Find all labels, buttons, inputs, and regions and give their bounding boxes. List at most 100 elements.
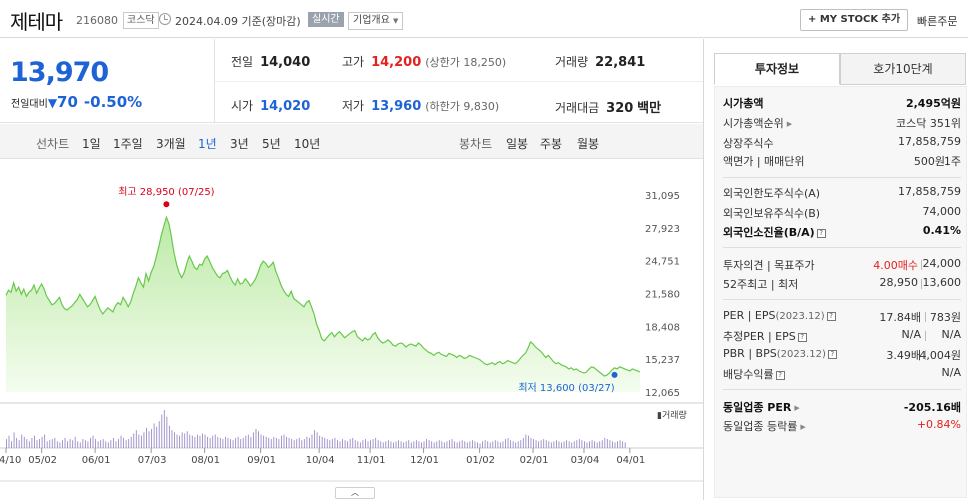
period-3y[interactable]: 3년: [230, 135, 249, 152]
period-3m[interactable]: 3개월: [156, 135, 186, 152]
volume-bar: [189, 434, 191, 448]
volume-bar: [6, 439, 7, 448]
volume-bar: [553, 441, 555, 448]
volume-bar: [202, 433, 203, 448]
price-chart[interactable]: 31,095 27,923 24,751 21,580 18,408 15,237 12,0…: [0, 160, 703, 500]
help-icon[interactable]: ?: [827, 350, 837, 359]
foreign-hold-label: 외국인보유주식수(B): [723, 207, 821, 220]
volume-bar: [482, 441, 484, 448]
volume-bar: [115, 441, 117, 448]
period-10y[interactable]: 10년: [294, 135, 320, 152]
volume-bar: [140, 435, 142, 448]
volume-bar: [247, 434, 249, 448]
caret-right-icon[interactable]: ▶: [787, 120, 792, 128]
volume-bar: [265, 436, 267, 448]
market-cap-rank-value: 코스닥 351위: [896, 117, 961, 130]
period-1w[interactable]: 1주일: [113, 135, 143, 152]
volume-bar: [8, 435, 10, 448]
volume-bar: [566, 440, 568, 448]
open-label: 시가: [231, 99, 254, 113]
chart-svg: 31,095 27,923 24,751 21,580 18,408 15,237 12,0…: [0, 186, 703, 482]
volume-bar: [283, 434, 285, 448]
quick-order-button[interactable]: 빠른주문: [917, 13, 957, 29]
volume-bar: [408, 440, 410, 448]
help-icon[interactable]: ?: [775, 371, 785, 380]
volume-bar: [92, 435, 94, 448]
caret-right-icon[interactable]: ▶: [794, 404, 799, 412]
volume-bar: [522, 437, 524, 448]
volume-bar: [477, 442, 478, 448]
volume-bar: [105, 441, 107, 448]
volume-bar: [385, 441, 387, 448]
volume-bar: [393, 442, 394, 448]
realtime-button[interactable]: 실시간: [308, 12, 344, 27]
volume-bar: [461, 440, 463, 448]
x-tick-label: 01/02: [466, 455, 495, 466]
add-mystock-button[interactable]: + MY STOCK 추가: [800, 9, 909, 31]
volume-bar: [415, 440, 417, 448]
y-tick-label: 15,237: [645, 355, 680, 366]
volume-bar: [436, 441, 438, 448]
high-value: 14,200: [371, 55, 422, 70]
volume-bar: [16, 437, 18, 448]
volume-bar: [311, 434, 313, 448]
volume-bar: [454, 441, 456, 448]
volume-bar: [64, 437, 66, 448]
volume-bar: [540, 440, 542, 448]
volume-bar: [431, 441, 433, 448]
candle-daily[interactable]: 일봉: [506, 135, 528, 152]
company-overview-dropdown[interactable]: 기업개요 ▼: [348, 12, 404, 30]
market-cap-label: 시가총액: [723, 95, 763, 111]
volume-bar: [133, 433, 135, 448]
volume-bar: [329, 440, 331, 448]
volume-bar: [72, 440, 74, 448]
volume-bar: [370, 440, 372, 448]
help-icon[interactable]: ?: [816, 229, 826, 238]
volume-bar: [46, 441, 48, 448]
volume-bar: [573, 441, 575, 448]
volume-bar: [168, 425, 170, 448]
help-icon[interactable]: ?: [797, 333, 807, 342]
help-icon[interactable]: ?: [826, 312, 836, 321]
volume-bar: [280, 435, 282, 448]
volume-bar: [586, 442, 588, 448]
per-label: PER | EPS(2023.12)?: [723, 309, 836, 322]
volume-bar: [421, 442, 422, 448]
period-1d[interactable]: 1일: [82, 135, 101, 152]
prev-label: 전일: [231, 55, 254, 69]
volume-bar: [82, 439, 84, 448]
volume-bar: [191, 435, 193, 448]
tab-invest-info[interactable]: 투자정보: [714, 53, 840, 85]
period-5y[interactable]: 5년: [262, 135, 281, 152]
volume-bar: [67, 441, 69, 448]
volume-bar: [505, 439, 506, 448]
volume-bar: [148, 431, 150, 448]
collapse-button[interactable]: ︿: [335, 487, 375, 499]
volume-bar: [158, 421, 160, 448]
volume-bar: [622, 441, 624, 448]
volume-bar: [382, 442, 384, 448]
foreign-limit-row: 외국인한도주식수(A) 17,858,759: [723, 185, 961, 203]
period-1y[interactable]: 1년: [198, 135, 217, 152]
candle-weekly[interactable]: 주봉: [540, 135, 562, 152]
market-cap-value-text: 2,495억원: [905, 97, 961, 110]
volume-bar: [484, 440, 486, 448]
stock-header: 제테마 216080 코스닥 2024.04.09 기준(장마감) 실시간 기업…: [0, 0, 968, 38]
industry-per-row: 동일업종 PER ▶ -205.16배: [723, 399, 961, 417]
volume-bar: [146, 427, 147, 448]
market-cap-rank-label: 시가총액순위 ▶: [723, 115, 792, 131]
y-tick-label: 18,408: [645, 322, 680, 333]
volume-bar: [352, 437, 354, 448]
volume-bar: [84, 440, 86, 448]
candle-monthly[interactable]: 월봉: [577, 135, 599, 152]
industry-per-value-text: -205.16배: [903, 401, 961, 414]
volume-bar: [286, 436, 287, 448]
caret-right-icon[interactable]: ▶: [800, 423, 805, 431]
tab-orderbook-10[interactable]: 호가10단계: [840, 53, 966, 85]
x-tick-label: 05/02: [28, 455, 57, 466]
volume-label: ▮거래량: [657, 409, 687, 421]
separator: [723, 247, 961, 248]
volume-bar: [23, 436, 25, 448]
day-high: 고가 14,200 (상한가 18,250): [342, 53, 506, 70]
x-tick-label: 04/10: [0, 455, 21, 466]
